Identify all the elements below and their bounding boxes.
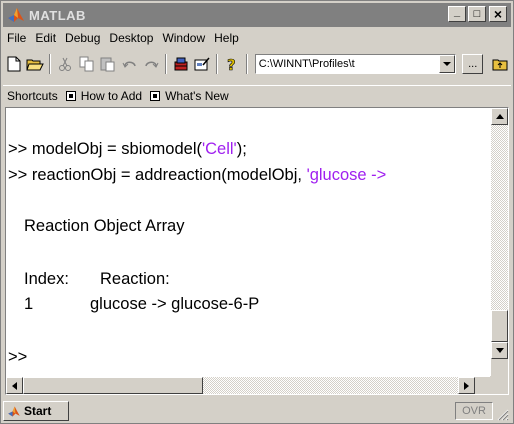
browse-directory-button[interactable]: ... [461,54,484,74]
matlab-logo-icon [8,405,20,417]
shortcut-whats-new[interactable]: What's New [150,89,229,103]
table-header-reaction: Reaction: [100,270,170,288]
undo-button[interactable] [119,53,141,75]
chevron-down-icon [442,61,451,66]
prompt: >> [8,166,32,184]
help-icon: ? [227,56,236,72]
output-title: Reaction Object Array [24,217,185,235]
row-index: 1 [24,295,34,313]
scroll-left-button[interactable] [6,377,23,394]
redo-button[interactable] [140,53,162,75]
scroll-right-button[interactable] [458,377,475,394]
shortcuts-bar: Shortcuts How to Add What's New [3,85,511,105]
string-literal: 'Cell' [201,140,237,158]
vertical-scrollbar[interactable] [491,108,508,376]
minimize-icon: _ [453,5,461,18]
parent-folder-button[interactable] [489,53,511,75]
scroll-up-button[interactable] [491,108,508,125]
copy-button[interactable] [76,53,98,75]
arrow-right-icon [464,381,469,390]
simulink-button[interactable] [170,53,192,75]
close-icon: × [493,6,503,22]
scroll-down-button[interactable] [491,342,508,359]
close-button[interactable]: × [489,6,507,22]
prompt: >> [8,140,32,158]
horizontal-scrollbar[interactable] [6,377,492,394]
directory-dropdown-button[interactable] [438,55,455,73]
toolbar-separator [245,54,248,74]
menu-window[interactable]: Window [158,29,210,47]
row-reaction: glucose -> glucose-6-P [90,295,260,313]
shortcut-how-to-add-label: How to Add [80,88,143,103]
scroll-track[interactable] [491,125,508,310]
ovr-indicator: OVR [455,402,493,420]
guide-button[interactable] [192,53,214,75]
matlab-logo-icon [8,8,24,22]
open-folder-icon [26,59,45,70]
arrow-left-icon [12,381,17,390]
shortcut-icon [65,90,76,101]
toolbar: ? C:\WINNT\Profiles\t ... [3,51,511,77]
string-literal: 'glucose -> [306,166,387,184]
menu-help[interactable]: Help [210,29,244,47]
start-button[interactable]: Start [3,401,69,421]
undo-icon [122,61,136,68]
open-button[interactable] [25,53,47,75]
paste-button[interactable] [97,53,119,75]
scrollbar-corner [490,376,508,394]
cut-icon [58,57,71,71]
arrow-down-icon [495,348,504,353]
menu-bar: File Edit Debug Desktop Window Help [3,29,244,47]
code: modelObj = sbiomodel( [31,140,202,158]
arrow-up-icon [495,114,504,119]
status-bar: Start OVR [3,399,511,423]
current-directory-text: C:\WINNT\Profiles\t [258,58,355,70]
toolbar-separator [49,54,52,74]
matlab-window: MATLAB _ □ × File Edit Debug Desktop Win… [0,0,514,424]
scroll-thumb[interactable] [23,377,203,394]
title-bar[interactable]: MATLAB _ □ × [3,3,511,27]
new-file-icon [7,56,21,72]
menu-edit[interactable]: Edit [31,29,61,47]
scroll-track[interactable] [203,377,458,394]
shortcut-whats-new-label: What's New [165,88,229,103]
maximize-button[interactable]: □ [468,6,486,22]
command-output[interactable]: >> modelObj = sbiomodel('Cell'); >> reac… [8,108,488,376]
menu-file[interactable]: File [3,29,31,47]
simulink-icon [174,57,188,71]
shortcut-icon [150,90,161,101]
code: reactionObj = addreaction(modelObj, [31,166,307,184]
menu-desktop[interactable]: Desktop [105,29,158,47]
guide-icon [194,57,210,71]
shortcuts-label: Shortcuts [7,88,58,103]
final-prompt: >> [8,348,28,366]
start-label: Start [24,404,52,418]
command-window[interactable]: >> modelObj = sbiomodel('Cell'); >> reac… [5,107,509,395]
menu-debug[interactable]: Debug [61,29,105,47]
paste-icon [100,57,115,72]
maximize-icon: □ [473,7,481,20]
command-line: >> modelObj = sbiomodel('Cell'); [8,140,247,159]
copy-icon [79,56,94,72]
cut-button[interactable] [54,53,76,75]
help-button[interactable]: ? [221,53,243,75]
window-title: MATLAB [29,7,86,23]
minimize-button[interactable]: _ [448,6,466,22]
table-header-index: Index: [24,270,69,288]
resize-grip-icon[interactable] [497,409,509,421]
toolbar-separator [216,54,219,74]
new-file-button[interactable] [3,53,25,75]
toolbar-separator [165,54,168,74]
current-directory-field[interactable]: C:\WINNT\Profiles\t [254,54,456,74]
command-line: >> reactionObj = addreaction(modelObj, '… [8,166,386,185]
redo-icon [145,61,159,68]
svg-text:?: ? [227,56,236,72]
parent-folder-icon [492,59,508,71]
scroll-thumb[interactable] [491,310,508,342]
shortcut-how-to-add[interactable]: How to Add [65,88,143,103]
code: ); [236,140,247,158]
